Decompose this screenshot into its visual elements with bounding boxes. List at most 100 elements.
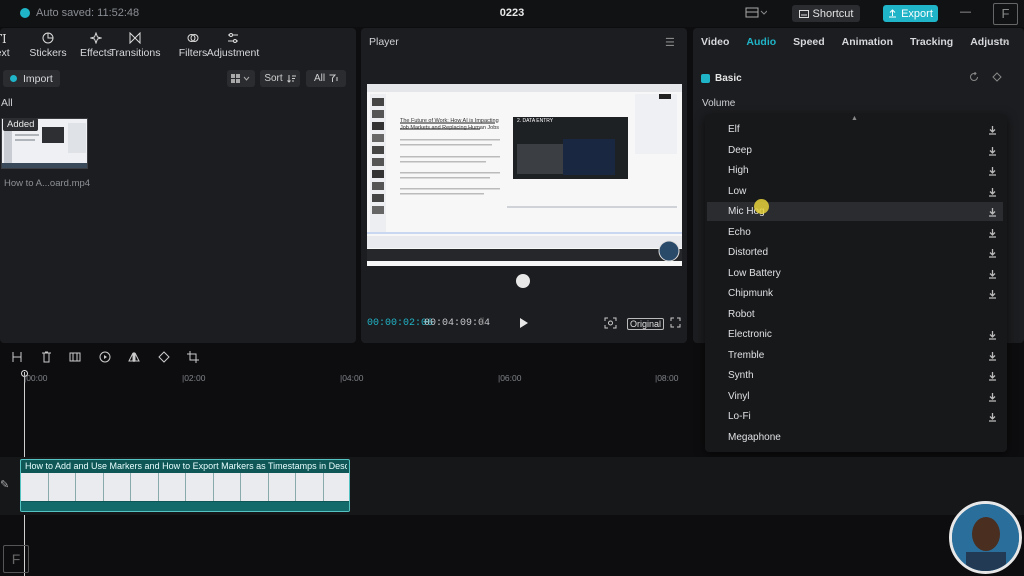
download-icon[interactable] — [988, 206, 997, 220]
voice-option-label: Lo-Fi — [728, 411, 751, 422]
tab-label: Stickers — [29, 47, 67, 59]
download-icon[interactable] — [988, 350, 997, 364]
sort-label: Sort — [264, 73, 283, 84]
filter-icon — [329, 74, 339, 82]
download-icon[interactable] — [988, 247, 997, 261]
fullscreen-icon[interactable] — [670, 317, 681, 328]
tab-speed[interactable]: Speed — [793, 36, 825, 48]
import-label: Import — [23, 72, 53, 85]
voice-option-high[interactable]: High — [707, 161, 1003, 180]
menu-icon[interactable]: ☰ — [665, 36, 675, 49]
download-icon[interactable] — [988, 165, 997, 179]
tab-label: Filters — [178, 47, 208, 59]
play-icon — [520, 318, 528, 328]
download-icon[interactable] — [988, 124, 997, 138]
download-icon[interactable] — [988, 288, 997, 302]
sort-button[interactable]: Sort — [260, 70, 300, 87]
ruler-tick-label: |08:00 — [655, 373, 679, 383]
original-ratio-button[interactable]: Original — [627, 318, 665, 330]
voice-option-label: High — [728, 165, 749, 176]
video-viewer[interactable] — [367, 84, 682, 266]
shortcut-button[interactable]: Shortcut — [792, 5, 860, 22]
download-icon[interactable] — [988, 411, 997, 425]
voice-option-mic-hog[interactable]: Mic Hog — [707, 202, 1003, 221]
tab-audio[interactable]: Audio — [746, 36, 776, 48]
voice-option-label: Echo — [728, 226, 751, 238]
voice-option-chipmunk[interactable]: Chipmunk — [707, 284, 1003, 303]
voice-option-label: Low Battery — [728, 267, 781, 279]
text-icon: TI — [0, 31, 6, 45]
watermark-logo-icon: F — [3, 545, 29, 573]
voice-option-echo[interactable]: Echo — [707, 223, 1003, 242]
svg-text:TI: TI — [0, 32, 6, 44]
tab-video[interactable]: Video — [701, 36, 729, 48]
tab-transitions[interactable]: Transitions — [110, 31, 160, 59]
tab-label: Adjustment — [206, 47, 260, 59]
added-badge: Added — [3, 118, 39, 131]
voice-option-vinyl[interactable]: Vinyl — [707, 387, 1003, 406]
tab-text[interactable]: TI Text — [0, 31, 13, 59]
zoom-fit-icon[interactable] — [604, 317, 617, 329]
check-icon — [20, 8, 30, 18]
filter-label: All — [313, 73, 326, 84]
crop-icon[interactable] — [187, 351, 199, 366]
download-icon[interactable] — [988, 391, 997, 405]
tab-tracking[interactable]: Tracking — [910, 36, 953, 48]
tab-animation[interactable]: Animation — [842, 36, 893, 48]
clip-title: How to Add and Use Markers and How to Ex… — [25, 461, 347, 471]
keyframe-icon[interactable] — [992, 72, 1002, 82]
voice-option-elf[interactable]: Elf — [707, 120, 1003, 139]
minimize-icon[interactable]: — — [960, 6, 971, 18]
filter-button[interactable]: All — [306, 70, 346, 87]
grid-icon — [231, 74, 250, 83]
voice-option-synth[interactable]: Synth — [707, 366, 1003, 385]
voice-option-low-battery[interactable]: Low Battery — [707, 264, 1003, 283]
voice-option-tremble[interactable]: Tremble — [707, 346, 1003, 365]
voice-option-deep[interactable]: Deep — [707, 141, 1003, 160]
tab-label: Text — [0, 47, 10, 59]
sticker-icon — [42, 31, 54, 45]
autosave-text: Auto saved: 11:52:48 — [36, 7, 140, 19]
rotate-icon[interactable] — [158, 351, 170, 366]
view-mode-button[interactable] — [227, 70, 255, 87]
timeline-view-icon[interactable]: ⦀ — [480, 317, 484, 328]
viewer-tag: 2. DATA ENTRY — [517, 118, 554, 124]
play-button[interactable] — [519, 317, 529, 329]
tab-adjustment[interactable]: Adjustment — [207, 31, 259, 59]
voice-option-megaphone[interactable]: Megaphone — [707, 428, 1003, 447]
export-button[interactable]: Export — [883, 5, 938, 22]
timeline-clip[interactable]: How to Add and Use Markers and How to Ex… — [20, 459, 350, 512]
ruler-tick-label: |04:00 — [340, 373, 364, 383]
voice-option-distorted[interactable]: Distorted — [707, 243, 1003, 262]
refresh-icon[interactable] — [516, 274, 530, 288]
keyboard-icon — [798, 9, 809, 18]
download-icon[interactable] — [988, 370, 997, 384]
watermark-logo-icon: F — [993, 3, 1018, 25]
download-icon[interactable] — [988, 145, 997, 159]
download-icon[interactable] — [988, 268, 997, 282]
split-icon[interactable] — [11, 351, 23, 366]
chevron-right-icon[interactable]: » — [1003, 36, 1009, 48]
reverse-icon[interactable] — [99, 351, 111, 366]
layout-icon[interactable] — [745, 7, 767, 19]
voice-option-electronic[interactable]: Electronic — [707, 325, 1003, 344]
basic-section-header[interactable]: Basic — [701, 73, 742, 84]
transitions-icon — [129, 31, 141, 45]
download-icon[interactable] — [988, 227, 997, 241]
import-button[interactable]: Import — [3, 70, 60, 87]
voice-option-robot[interactable]: Robot — [707, 305, 1003, 324]
voice-option-label: Megaphone — [728, 431, 781, 443]
delete-icon[interactable] — [41, 351, 52, 366]
reset-icon[interactable] — [969, 72, 979, 82]
freeze-icon[interactable] — [69, 351, 81, 366]
caret-up-icon: ▲ — [851, 115, 858, 122]
tab-stickers[interactable]: Stickers — [26, 31, 70, 59]
download-icon[interactable] — [988, 329, 997, 343]
voice-option-lo-fi[interactable]: Lo-Fi — [707, 407, 1003, 426]
mirror-icon[interactable] — [128, 351, 140, 366]
checkbox-icon[interactable] — [701, 74, 710, 83]
download-icon[interactable] — [988, 186, 997, 200]
basic-label: Basic — [715, 73, 742, 84]
pencil-icon[interactable]: ✎ — [0, 478, 9, 491]
voice-option-low[interactable]: Low — [707, 182, 1003, 201]
